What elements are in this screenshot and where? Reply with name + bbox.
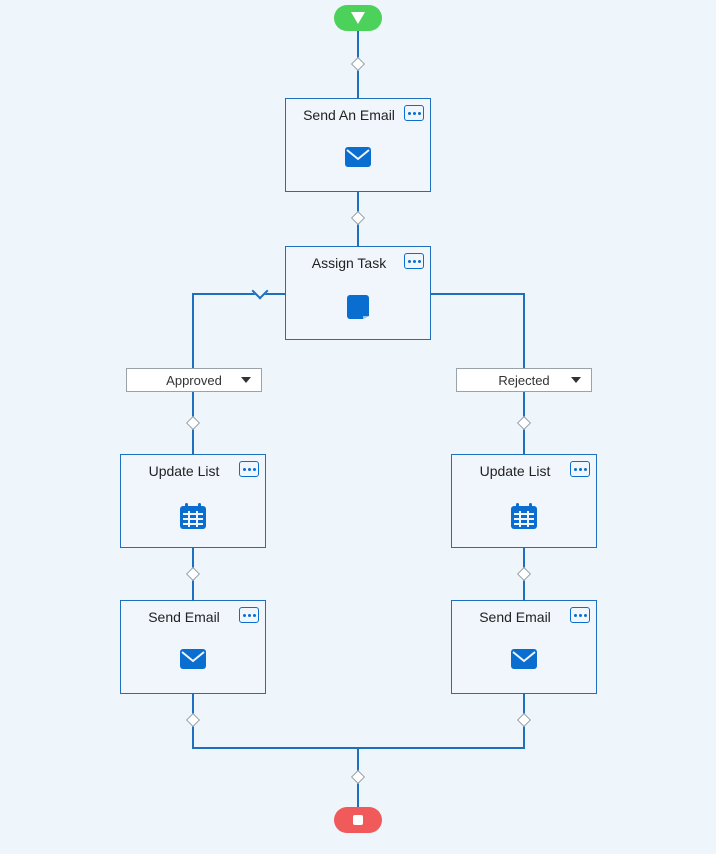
envelope-icon bbox=[180, 649, 206, 669]
connector bbox=[192, 293, 194, 368]
end-square-icon bbox=[353, 815, 363, 825]
note-icon bbox=[347, 295, 369, 319]
add-node-marker[interactable] bbox=[517, 567, 531, 581]
activity-send-email-right[interactable]: Send Email bbox=[451, 600, 597, 694]
workflow-canvas[interactable]: Send An Email Assign Task Approved Rejec… bbox=[0, 0, 716, 854]
activity-send-email-left[interactable]: Send Email bbox=[120, 600, 266, 694]
more-menu-button[interactable] bbox=[239, 461, 259, 477]
add-node-marker[interactable] bbox=[351, 770, 365, 784]
branch-label: Approved bbox=[166, 373, 222, 388]
more-menu-button[interactable] bbox=[570, 461, 590, 477]
start-triangle-icon bbox=[351, 12, 365, 24]
connector bbox=[431, 293, 525, 295]
connector bbox=[523, 293, 525, 368]
end-node[interactable] bbox=[334, 807, 382, 833]
more-menu-button[interactable] bbox=[239, 607, 259, 623]
caret-down-icon bbox=[571, 377, 581, 383]
envelope-icon bbox=[511, 649, 537, 669]
add-node-marker[interactable] bbox=[351, 211, 365, 225]
add-node-marker[interactable] bbox=[517, 416, 531, 430]
add-node-marker[interactable] bbox=[186, 416, 200, 430]
start-node[interactable] bbox=[334, 5, 382, 31]
activity-update-list-left[interactable]: Update List bbox=[120, 454, 266, 548]
envelope-icon bbox=[345, 147, 371, 167]
add-node-marker[interactable] bbox=[186, 713, 200, 727]
activity-assign-task[interactable]: Assign Task bbox=[285, 246, 431, 340]
more-menu-button[interactable] bbox=[570, 607, 590, 623]
add-node-marker[interactable] bbox=[186, 567, 200, 581]
activity-send-an-email[interactable]: Send An Email bbox=[285, 98, 431, 192]
add-node-marker[interactable] bbox=[351, 57, 365, 71]
branch-label: Rejected bbox=[498, 373, 549, 388]
branch-approved[interactable]: Approved bbox=[126, 368, 262, 392]
add-node-marker[interactable] bbox=[517, 713, 531, 727]
branch-add-chevron[interactable] bbox=[252, 283, 269, 300]
calendar-icon bbox=[180, 503, 206, 529]
caret-down-icon bbox=[241, 377, 251, 383]
more-menu-button[interactable] bbox=[404, 105, 424, 121]
calendar-icon bbox=[511, 503, 537, 529]
more-menu-button[interactable] bbox=[404, 253, 424, 269]
activity-update-list-right[interactable]: Update List bbox=[451, 454, 597, 548]
branch-rejected[interactable]: Rejected bbox=[456, 368, 592, 392]
connector bbox=[192, 293, 286, 295]
